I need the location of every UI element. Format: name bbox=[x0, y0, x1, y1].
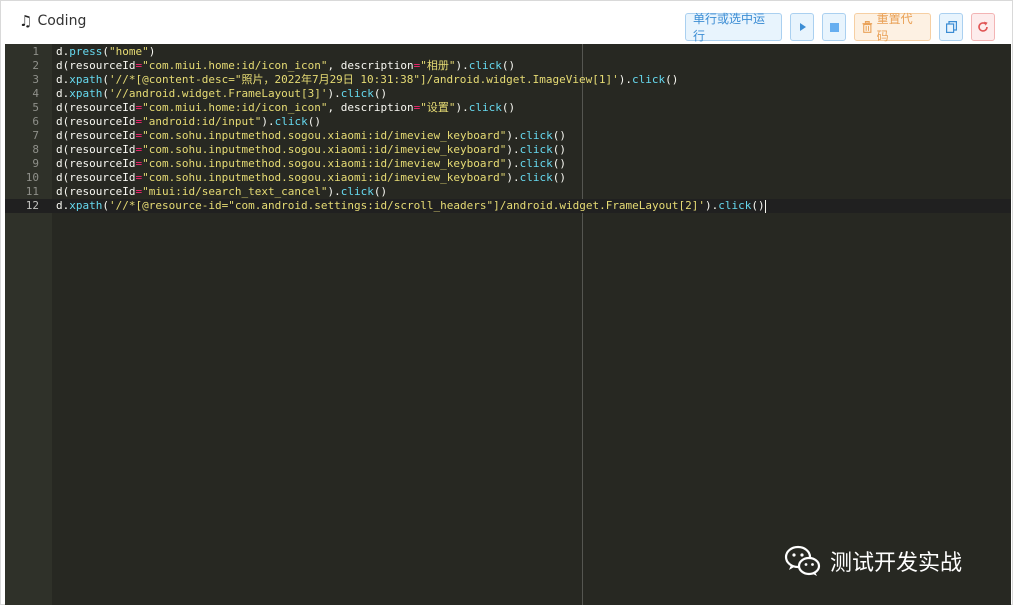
panel-header: ♫ Coding 单行或选中运行 重置代码 bbox=[1, 1, 1012, 44]
line-number: 8 bbox=[32, 143, 39, 156]
code-text: d(resourceId="miui:id/search_text_cancel… bbox=[56, 185, 388, 198]
text-cursor bbox=[764, 199, 766, 213]
code-text: d(resourceId="android:id/input").click() bbox=[56, 115, 321, 128]
code-text: d(resourceId="com.sohu.inputmethod.sogou… bbox=[56, 129, 566, 142]
code-text: d.xpath('//*[@content-desc="照片，2022年7月29… bbox=[56, 73, 679, 86]
reload-button[interactable] bbox=[971, 13, 995, 41]
code-line[interactable]: 5 d(resourceId="com.miui.home:id/icon_ico… bbox=[5, 101, 1011, 115]
code-line[interactable]: 12 d.xpath('//*[@resource-id="com.android… bbox=[5, 199, 1011, 213]
watermark-text: 测试开发实战 bbox=[830, 551, 963, 576]
line-number: 5 bbox=[32, 101, 39, 114]
code-text: d.xpath('//android.widget.FrameLayout[3]… bbox=[56, 87, 388, 100]
panel-title: ♫ Coding bbox=[19, 13, 86, 29]
reset-code-button[interactable]: 重置代码 bbox=[854, 12, 931, 43]
code-line[interactable]: 9 d(resourceId="com.sohu.inputmethod.sogo… bbox=[5, 157, 1011, 171]
line-number: 7 bbox=[32, 129, 39, 142]
music-note-icon: ♫ bbox=[19, 11, 33, 30]
copy-icon bbox=[945, 21, 957, 33]
wechat-icon bbox=[784, 545, 821, 576]
reload-icon bbox=[978, 21, 988, 32]
line-number: 6 bbox=[32, 115, 39, 128]
play-icon bbox=[800, 23, 806, 31]
stop-button[interactable] bbox=[822, 13, 846, 41]
trash-icon bbox=[862, 21, 873, 33]
line-number: 4 bbox=[32, 87, 39, 100]
code-text: d.press("home") bbox=[56, 45, 156, 58]
watermark: 测试开发实战 bbox=[784, 542, 962, 580]
code-line[interactable]: 8 d(resourceId="com.sohu.inputmethod.sogo… bbox=[5, 143, 1011, 157]
stop-icon bbox=[829, 22, 839, 32]
line-number: 9 bbox=[32, 157, 39, 170]
copy-button[interactable] bbox=[939, 13, 963, 41]
run-button[interactable] bbox=[790, 13, 814, 41]
reset-code-label: 重置代码 bbox=[876, 12, 913, 43]
panel-title-text: Coding bbox=[37, 13, 87, 29]
toolbar: 单行或选中运行 重置代码 bbox=[685, 12, 995, 43]
code-line[interactable]: 4 d.xpath('//android.widget.FrameLayout[3… bbox=[5, 87, 1011, 101]
line-number: 1 bbox=[32, 45, 39, 58]
code-line[interactable]: 7 d(resourceId="com.sohu.inputmethod.sogo… bbox=[5, 129, 1011, 143]
code-editor[interactable]: 1 d.press("home") 2 d(resourceId="com.miui.… bbox=[5, 44, 1011, 605]
line-number: 10 bbox=[25, 171, 39, 184]
code-line[interactable]: 11 d(resourceId="miui:id/search_text_canc… bbox=[5, 185, 1011, 199]
code-text: d(resourceId="com.miui.home:id/icon_icon… bbox=[56, 101, 516, 114]
line-number: 3 bbox=[32, 73, 39, 86]
code-line[interactable]: 3 d.xpath('//*[@content-desc="照片，2022年7月2… bbox=[5, 73, 1011, 87]
code-text: d(resourceId="com.sohu.inputmethod.sogou… bbox=[56, 143, 566, 156]
run-selection-button[interactable]: 单行或选中运行 bbox=[685, 12, 782, 43]
code-text: d(resourceId="com.sohu.inputmethod.sogou… bbox=[56, 171, 566, 184]
coding-panel: ♫ Coding 单行或选中运行 重置代码 1 d.press("home") … bbox=[0, 0, 1013, 605]
code-line[interactable]: 10 d(resourceId="com.sohu.inputmethod.sog… bbox=[5, 171, 1011, 185]
code-text: d(resourceId="com.sohu.inputmethod.sogou… bbox=[56, 157, 566, 170]
code-line[interactable]: 2 d(resourceId="com.miui.home:id/icon_ico… bbox=[5, 59, 1011, 73]
run-selection-label: 单行或选中运行 bbox=[693, 12, 766, 43]
line-number: 11 bbox=[25, 185, 39, 198]
code-line[interactable]: 1 d.press("home") bbox=[5, 45, 1011, 59]
line-number: 12 bbox=[25, 199, 39, 212]
code-text: d.xpath('//*[@resource-id="com.android.s… bbox=[56, 199, 766, 213]
code-text: d(resourceId="com.miui.home:id/icon_icon… bbox=[56, 59, 516, 72]
code-line[interactable]: 6 d(resourceId="android:id/input").click(… bbox=[5, 115, 1011, 129]
line-number: 2 bbox=[32, 59, 39, 72]
